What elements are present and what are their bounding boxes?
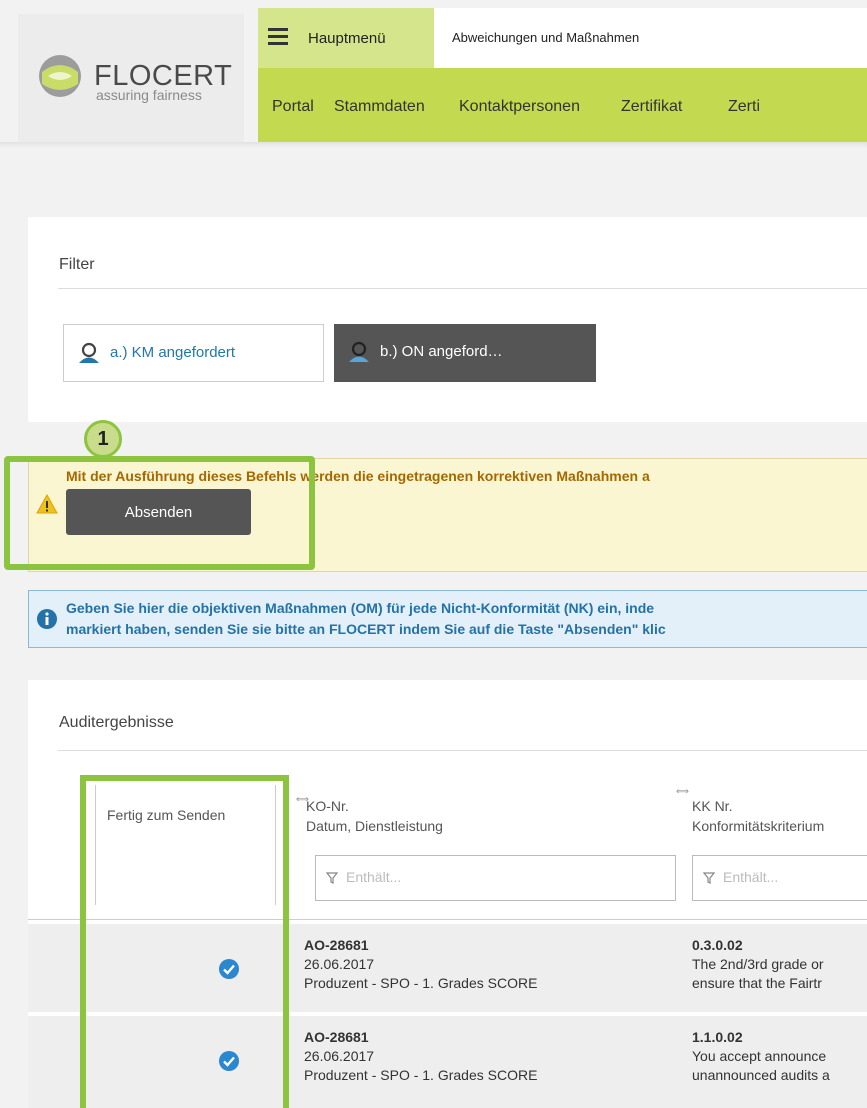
page-title: Abweichungen und Maßnahmen xyxy=(452,30,640,45)
nav-item-kontaktpersonen[interactable]: Kontaktpersonen xyxy=(459,98,580,116)
date: 26.06.2017 xyxy=(304,1048,375,1064)
main-menu-button[interactable]: Hauptmenü xyxy=(258,8,434,68)
filter-icon xyxy=(326,872,338,884)
ko-nr-cell: AO-28681 26.06.2017 Produzent - SPO - 1.… xyxy=(304,1028,537,1085)
filter-button-label: b.) ON angeford… xyxy=(380,343,503,360)
info-text: Geben Sie hier die objektiven Maßnahmen … xyxy=(66,598,666,640)
header-shadow xyxy=(0,142,867,148)
ko-nr-cell: AO-28681 26.06.2017 Produzent - SPO - 1.… xyxy=(304,936,537,993)
results-title: Auditergebnisse xyxy=(59,714,174,731)
column-header-line: KK Nr. xyxy=(692,798,733,814)
date: 26.06.2017 xyxy=(304,956,375,972)
flocert-logo-icon xyxy=(39,55,81,97)
callout-highlight-frame xyxy=(4,456,315,570)
column-header-line: Konformitätskriterium xyxy=(692,818,825,834)
nav-item-portal[interactable]: Portal xyxy=(272,98,314,116)
logo-tagline: assuring fairness xyxy=(96,87,202,103)
user-icon xyxy=(349,341,369,362)
filter-button-on-angefordert[interactable]: b.) ON angeford… xyxy=(334,324,596,382)
criterion-line-1: The 2nd/3rd grade or xyxy=(692,956,824,972)
ready-column-highlight-frame xyxy=(80,775,289,1108)
criterion-line-1: You accept announce xyxy=(692,1048,827,1064)
user-icon xyxy=(79,342,99,363)
kk-nr: 1.1.0.02 xyxy=(692,1029,743,1045)
criterion-line-2: ensure that the Fairtr xyxy=(692,975,822,991)
filter-panel xyxy=(28,217,867,422)
results-divider xyxy=(58,750,867,751)
callout-badge: 1 xyxy=(84,420,122,458)
kk-nr: 0.3.0.02 xyxy=(692,937,743,953)
column-header-line: KO-Nr. xyxy=(306,798,349,814)
filter-title: Filter xyxy=(59,256,95,273)
kk-nr-filter-input[interactable] xyxy=(721,868,847,886)
hamburger-icon xyxy=(268,28,288,45)
ko-nr: AO-28681 xyxy=(304,1029,369,1045)
service: Produzent - SPO - 1. Grades SCORE xyxy=(304,975,538,991)
column-resize-icon[interactable]: ⟺ xyxy=(676,786,689,797)
filter-button-km-angefordert[interactable]: a.) KM angefordert xyxy=(63,324,324,382)
main-menu-label: Hauptmenü xyxy=(308,30,386,47)
top-bar: Hauptmenü Abweichungen und Maßnahmen xyxy=(258,8,867,68)
filter-icon xyxy=(703,872,715,884)
kk-nr-cell: 1.1.0.02 You accept announce unannounced… xyxy=(692,1028,830,1085)
nav-item-zerti[interactable]: Zerti xyxy=(728,98,760,116)
column-header-kk-nr[interactable]: KK Nr. Konformitätskriterium xyxy=(692,796,824,836)
column-header-ko-nr[interactable]: KO-Nr. Datum, Dienstleistung xyxy=(306,796,443,836)
nav-item-zertifikat[interactable]: Zertifikat xyxy=(621,98,682,116)
nav-item-stammdaten[interactable]: Stammdaten xyxy=(334,98,425,116)
service: Produzent - SPO - 1. Grades SCORE xyxy=(304,1067,538,1083)
ko-nr-filter-input[interactable] xyxy=(344,868,600,886)
filter-button-label: a.) KM angefordert xyxy=(110,344,236,361)
kk-nr-cell: 0.3.0.02 The 2nd/3rd grade or ensure tha… xyxy=(692,936,824,993)
info-text-line-2: markiert haben, senden Sie sie bitte an … xyxy=(66,621,666,637)
kk-nr-filter-field[interactable] xyxy=(692,855,867,901)
column-header-line: Datum, Dienstleistung xyxy=(306,818,443,834)
logo[interactable]: FLOCERT assuring fairness xyxy=(18,14,244,142)
ko-nr-filter-field[interactable] xyxy=(315,855,676,901)
nav-bar: Portal Stammdaten Kontaktpersonen Zertif… xyxy=(258,68,867,142)
criterion-line-2: unannounced audits a xyxy=(692,1067,830,1083)
info-text-line-1: Geben Sie hier die objektiven Maßnahmen … xyxy=(66,600,655,616)
info-icon xyxy=(37,609,57,629)
filter-divider xyxy=(58,288,867,289)
ko-nr: AO-28681 xyxy=(304,937,369,953)
